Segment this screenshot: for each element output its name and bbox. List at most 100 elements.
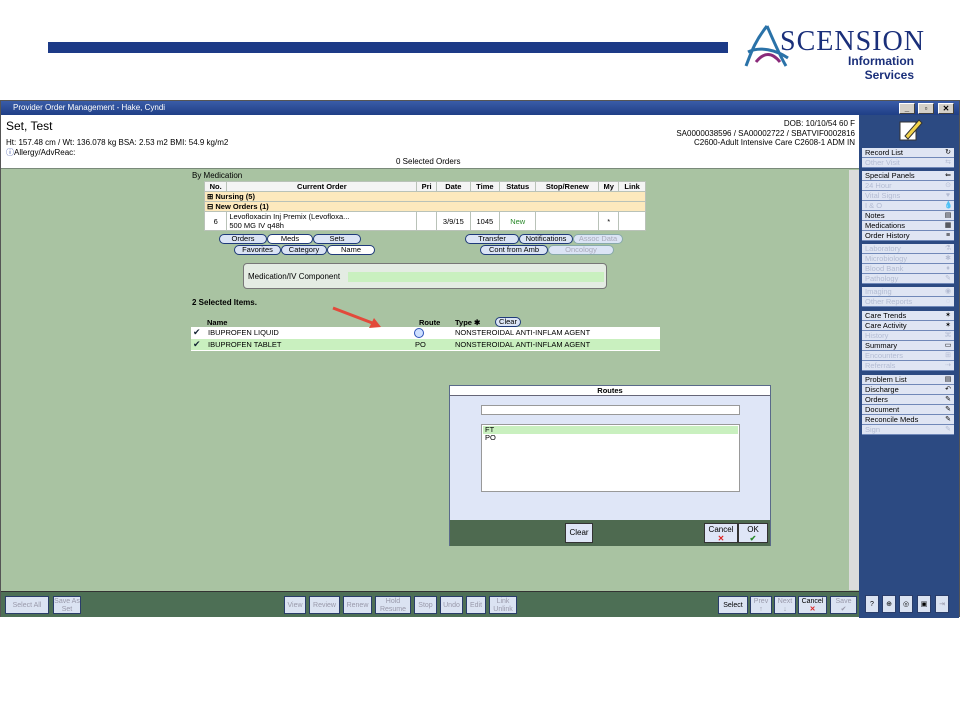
globe-icon[interactable]: ◎ [899, 595, 913, 613]
oncology-button[interactable]: Oncology [548, 245, 614, 255]
sidebar-item-vital-signs[interactable]: Vital Signs ♥ [862, 191, 954, 201]
red-arrow-annotation-icon [332, 306, 381, 328]
sidebar-item-label: Care Trends [865, 311, 907, 320]
review-button[interactable]: Review [309, 596, 340, 614]
stop-button[interactable]: Stop [414, 596, 437, 614]
sidebar-item-orders[interactable]: Orders ✎ [862, 395, 954, 405]
routes-title: Routes [450, 386, 770, 396]
app-window: Provider Order Management - Hake, Cyndi … [0, 100, 960, 618]
exit-icon[interactable]: ⇥ [935, 595, 949, 613]
sidebar-item-discharge[interactable]: Discharge ↶ [862, 385, 954, 395]
pencil-notepad-icon[interactable] [897, 116, 923, 142]
routes-ok-button[interactable]: OK ✔ [738, 523, 768, 543]
assoc-data-button[interactable]: Assoc Data [573, 234, 623, 244]
sidebar-item-sign[interactable]: Sign ✎ [862, 425, 954, 435]
hold-resume-button[interactable]: Hold Resume [375, 596, 411, 614]
undo-button[interactable]: Undo [440, 596, 463, 614]
sidebar-item-icon: ≡ [945, 232, 951, 239]
routes-search-input[interactable] [481, 405, 740, 415]
route-option[interactable]: FT [483, 426, 738, 434]
sidebar-item-care-trends[interactable]: Care Trends ✶ [862, 311, 954, 321]
sidebar-item-record-list[interactable]: Record List ↻ [862, 148, 954, 158]
tab-sets[interactable]: Sets [313, 234, 361, 244]
maximize-button[interactable]: ▫ [918, 103, 934, 114]
cont-from-amb-button[interactable]: Cont from Amb [480, 245, 548, 255]
sidebar-item-reconcile-meds[interactable]: Reconcile Meds ✎ [862, 415, 954, 425]
select-all-button[interactable]: Select All [5, 596, 49, 614]
sidebar-item-referrals[interactable]: Referrals ⇢ [862, 361, 954, 371]
sidebar-item-label: Vital Signs [865, 191, 901, 200]
checkbox-icon[interactable]: ✔ [193, 328, 202, 337]
col-name-header: Name [207, 318, 228, 327]
sidebar-item-icon: ◌ [945, 298, 951, 305]
tab-category[interactable]: Category [281, 245, 327, 255]
vertical-scrollbar[interactable] [849, 170, 859, 590]
tab-orders[interactable]: Orders [219, 234, 267, 244]
sidebar-item-summary[interactable]: Summary ▭ [862, 341, 954, 351]
window-titlebar: Provider Order Management - Hake, Cyndi [1, 101, 959, 115]
checkbox-icon[interactable]: ✔ [193, 340, 202, 349]
sidebar-item-i-o[interactable]: I & O 💧 [862, 201, 954, 211]
cancel-button[interactable]: Cancel ✕ [798, 596, 827, 614]
sidebar-item-icon: 💧 [944, 202, 953, 209]
minimize-button[interactable]: _ [899, 103, 915, 114]
expand-icon[interactable]: ⊞ [207, 192, 213, 201]
sidebar-item-other-reports[interactable]: Other Reports ◌ [862, 297, 954, 307]
clear-selected-button[interactable]: Clear [495, 317, 521, 327]
logo-subtitle: Information Services [848, 54, 914, 82]
sidebar-item-label: Special Panels [865, 171, 915, 180]
save-as-set-button[interactable]: Save As Set [53, 596, 81, 614]
sidebar-item-microbiology[interactable]: Microbiology ✱ [862, 254, 954, 264]
medication-input[interactable] [348, 272, 604, 282]
sidebar-item-pathology[interactable]: Pathology ✎ [862, 274, 954, 284]
sidebar-item-medications[interactable]: Medications ▦ [862, 221, 954, 231]
lock-icon[interactable]: ▣ [917, 595, 931, 613]
select-button[interactable]: Select [718, 596, 748, 614]
save-button[interactable]: Save ✔ [830, 596, 857, 614]
table-row[interactable]: 6 Levofloxacin Inj Premix (Levofloxa... 5… [203, 211, 646, 231]
sidebar-item-24-hour[interactable]: 24 Hour ⊙ [862, 181, 954, 191]
sidebar-item-order-history[interactable]: Order History ≡ [862, 231, 954, 241]
close-button[interactable]: ✕ [938, 103, 954, 114]
routes-clear-button[interactable]: Clear [565, 523, 593, 543]
transfer-button[interactable]: Transfer [465, 234, 519, 244]
routes-cancel-button[interactable]: Cancel ✕ [704, 523, 738, 543]
sidebar-item-label: Order History [865, 231, 910, 240]
sidebar-item-problem-list[interactable]: Problem List ▤ [862, 375, 954, 385]
help-icon[interactable]: ? [865, 595, 879, 613]
next-button[interactable]: Next ↓ [774, 596, 796, 614]
tools-icon[interactable]: ⊕ [882, 595, 896, 613]
sidebar-item-other-visit[interactable]: Other Visit ⇆ [862, 158, 954, 168]
tab-meds[interactable]: Meds [267, 234, 313, 244]
edit-button[interactable]: Edit [466, 596, 486, 614]
sidebar-item-label: 24 Hour [865, 181, 892, 190]
allergy-label[interactable]: ⓘAllergy/AdvReac: [6, 147, 75, 158]
view-button[interactable]: View [284, 596, 306, 614]
group-nursing[interactable]: ⊞ Nursing (5) [204, 191, 646, 202]
link-unlink-button[interactable]: Link Unlink [489, 596, 517, 614]
route-picker-icon[interactable] [414, 328, 424, 338]
sidebar-item-notes[interactable]: Notes ▤ [862, 211, 954, 221]
sidebar-item-encounters[interactable]: Encounters ⊞ [862, 351, 954, 361]
sidebar-item-document[interactable]: Document ✎ [862, 405, 954, 415]
sidebar-item-special-panels[interactable]: Special Panels ⇐ [862, 171, 954, 181]
tab-name[interactable]: Name [327, 245, 375, 255]
sidebar-item-label: Notes [865, 211, 885, 220]
list-item[interactable]: ✔ IBUPROFEN TABLET PO NONSTEROIDAL ANTI-… [191, 339, 660, 350]
tab-favorites[interactable]: Favorites [234, 245, 281, 255]
sidebar-item-imaging[interactable]: Imaging ◉ [862, 287, 954, 297]
sidebar-item-blood-bank[interactable]: Blood Bank ♦ [862, 264, 954, 274]
sidebar-item-laboratory[interactable]: Laboratory ⚗ [862, 244, 954, 254]
notifications-button[interactable]: Notifications [519, 234, 573, 244]
group-new-orders[interactable]: ⊟ New Orders (1) [204, 201, 646, 212]
selected-items-list: ✔ IBUPROFEN LIQUID NONSTEROIDAL ANTI-INF… [191, 327, 660, 351]
prev-button[interactable]: Prev ↑ [750, 596, 772, 614]
collapse-icon[interactable]: ⊟ [207, 202, 213, 211]
list-item[interactable]: ✔ IBUPROFEN LIQUID NONSTEROIDAL ANTI-INF… [191, 327, 660, 338]
route-option[interactable]: PO [483, 434, 738, 442]
sidebar-item-label: Other Visit [865, 158, 900, 167]
sidebar-item-care-activity[interactable]: Care Activity ✶ [862, 321, 954, 331]
next-arrow-icon: ↓ [783, 606, 787, 613]
renew-button[interactable]: Renew [343, 596, 372, 614]
sidebar-item-history[interactable]: History ⌘ [862, 331, 954, 341]
